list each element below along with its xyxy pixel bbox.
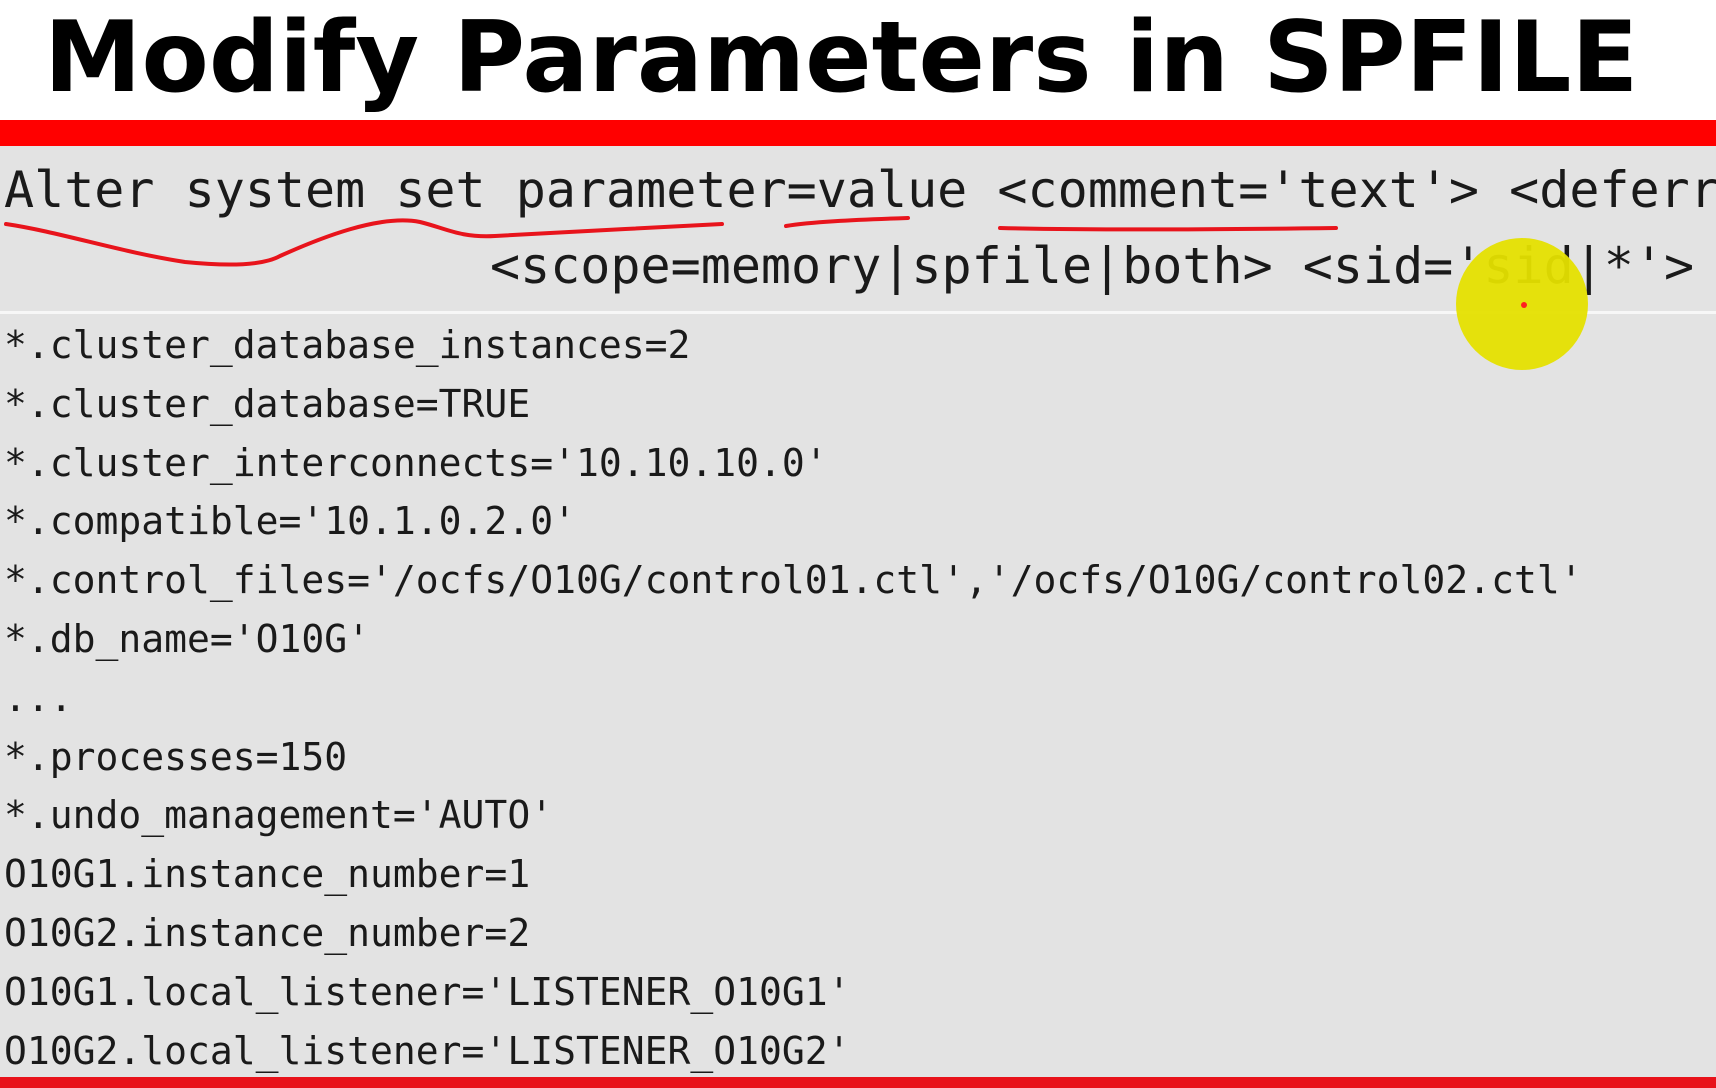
parameter-line: O10G2.instance_number=2: [4, 910, 531, 955]
title-divider-bar: [0, 120, 1716, 146]
slide-title: Modify Parameters in SPFILE: [44, 1, 1639, 115]
slide: Modify Parameters in SPFILE Alter system…: [0, 0, 1716, 1088]
parameter-line: *.db_name='O10G': [4, 616, 371, 661]
parameter-line: *.undo_management='AUTO': [4, 793, 554, 838]
parameter-line: O10G2.local_listener='LISTENER_O10G2': [4, 1028, 851, 1073]
parameter-line: *.processes=150: [4, 734, 348, 779]
parameter-line: O10G1.local_listener='LISTENER_O10G1': [4, 969, 851, 1014]
parameter-line: O10G1.instance_number=1: [4, 852, 531, 897]
parameter-list: *.cluster_database_instances=2 *.cluster…: [4, 316, 1583, 1080]
bottom-red-bar: [0, 1077, 1716, 1088]
title-area: Modify Parameters in SPFILE: [0, 0, 1716, 120]
parameter-line: ...: [4, 675, 73, 720]
syntax-line-1: Alter system set parameter=value <commen…: [4, 161, 1716, 219]
parameter-line: *.cluster_database_instances=2: [4, 323, 691, 367]
syntax-line-2: <scope=memory|spfile|both> <sid='sid|*'>: [490, 237, 1695, 295]
parameter-line: *.cluster_database=TRUE: [4, 381, 531, 426]
syntax-block: Alter system set parameter=value <commen…: [0, 146, 1716, 312]
parameter-line: *.cluster_interconnects='10.10.10.0': [4, 440, 828, 485]
parameter-line: *.control_files='/ocfs/O10G/control01.ct…: [4, 558, 1583, 603]
parameter-line: *.compatible='10.1.0.2.0': [4, 499, 576, 544]
section-divider: [0, 311, 1716, 314]
